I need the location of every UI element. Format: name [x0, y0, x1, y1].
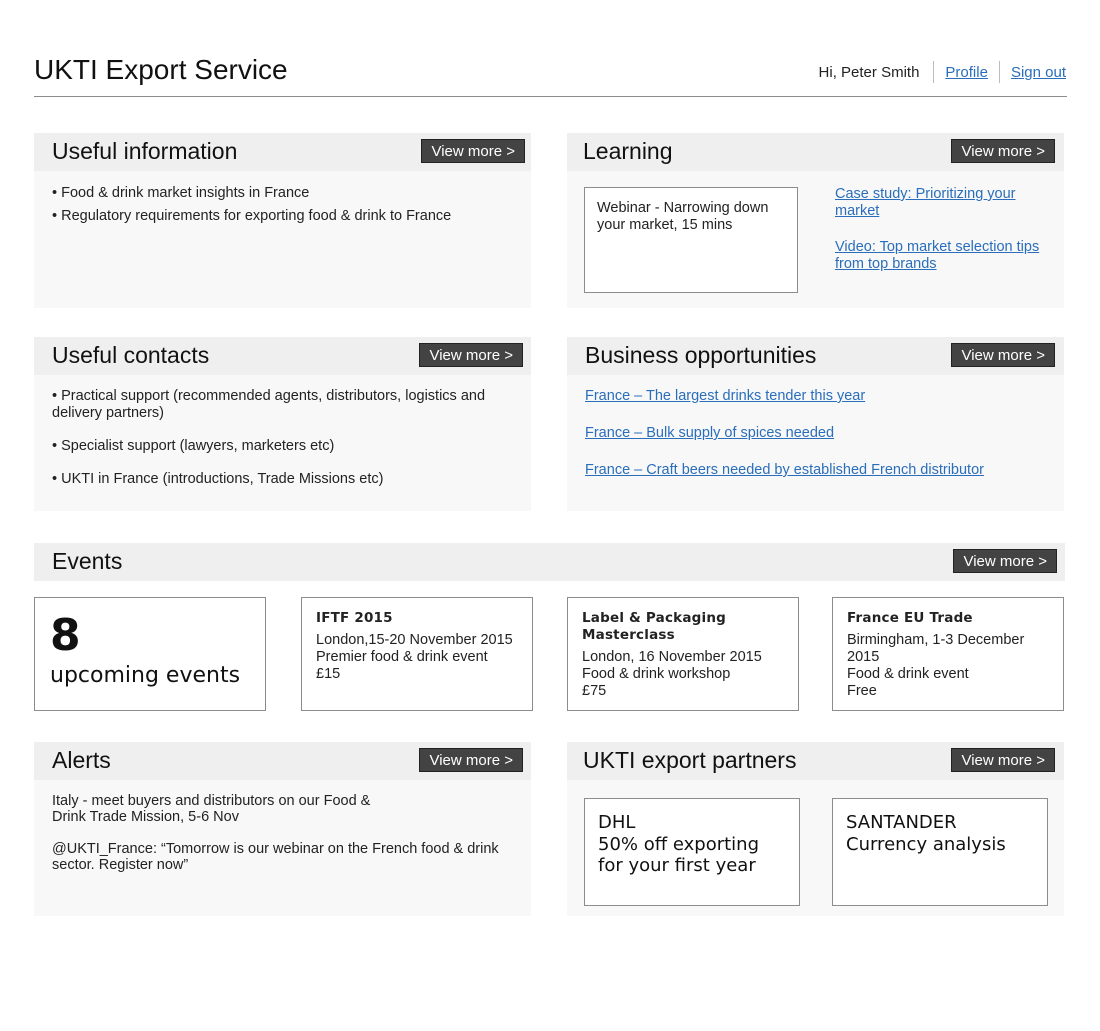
panel-title: Useful information [52, 138, 238, 164]
event-location: London,15-20 November 2015 [316, 632, 513, 648]
event-name: Label & Packaging Masterclass [582, 610, 727, 643]
panel-title: Useful contacts [52, 342, 210, 368]
event-price: £75 [582, 683, 607, 699]
case-study-link[interactable]: Case study: Prioritizing your market [835, 186, 1055, 220]
contacts-list: Practical support (recommended agents, d… [52, 388, 513, 504]
view-more-button[interactable]: View more > [419, 748, 523, 772]
panel-title: UKTI export partners [583, 747, 797, 773]
view-more-button[interactable]: View more > [951, 748, 1055, 772]
webinar-card[interactable]: Webinar - Narrowing down your market, 15… [584, 187, 798, 293]
panel-title: Business opportunities [585, 342, 817, 368]
view-more-button[interactable]: View more > [951, 139, 1055, 163]
useful-information-panel: Useful information View more > Food & dr… [34, 133, 531, 308]
event-price: £15 [316, 666, 341, 682]
user-greeting: Hi, Peter Smith [818, 63, 920, 81]
list-item[interactable]: Practical support (recommended agents, d… [52, 388, 513, 422]
event-count-label: upcoming events [50, 663, 241, 688]
panel-header: Useful information View more > [34, 133, 531, 171]
event-name: France EU Trade [847, 610, 973, 626]
event-location: Birmingham, 1-3 December 2015 [847, 632, 1025, 665]
useful-contacts-panel: Useful contacts View more > Practical su… [34, 337, 531, 511]
panel-title: Learning [583, 138, 673, 164]
info-list: Food & drink market insights in France R… [52, 185, 513, 231]
header-divider [34, 96, 1067, 97]
opportunity-link[interactable]: France – The largest drinks tender this … [585, 388, 984, 405]
event-count: 8 [50, 610, 81, 661]
partner-card[interactable]: SANTANDER Currency analysis [832, 798, 1048, 906]
view-more-button[interactable]: View more > [951, 343, 1055, 367]
user-menu: Hi, Peter Smith Profile Sign out [819, 61, 1066, 83]
partner-offer: Currency analysis [846, 833, 1006, 855]
event-description: Food & drink workshop [582, 666, 731, 682]
partner-name: DHL [598, 812, 636, 833]
upcoming-events-card[interactable]: 8 upcoming events [34, 597, 266, 711]
panel-header: UKTI export partners View more > [567, 742, 1064, 780]
list-item[interactable]: Specialist support (lawyers, marketers e… [52, 438, 513, 455]
partner-name: SANTANDER [846, 812, 957, 833]
learning-panel: Learning View more > Webinar - Narrowing… [567, 133, 1064, 308]
list-item[interactable]: Regulatory requirements for exporting fo… [52, 208, 513, 225]
export-partners-panel: UKTI export partners View more > DHL 50%… [567, 742, 1064, 916]
learning-links: Case study: Prioritizing your market Vid… [835, 186, 1055, 292]
alert-message[interactable]: Italy - meet buyers and distributors on … [52, 793, 382, 825]
alerts-panel: Alerts View more > Italy - meet buyers a… [34, 742, 531, 916]
event-description: Food & drink event [847, 666, 969, 682]
event-price: Free [847, 683, 877, 699]
event-card[interactable]: Label & Packaging Masterclass London, 16… [567, 597, 799, 711]
view-more-button[interactable]: View more > [421, 139, 525, 163]
panel-header: Alerts View more > [34, 742, 531, 780]
partner-offer: 50% off exporting for your first year [598, 833, 760, 877]
partner-card[interactable]: DHL 50% off exporting for your first yea… [584, 798, 800, 906]
panel-title: Events [52, 548, 123, 574]
panel-title: Alerts [52, 747, 111, 773]
alerts-list: Italy - meet buyers and distributors on … [52, 793, 513, 889]
panel-header: Business opportunities View more > [567, 337, 1064, 375]
opportunity-link[interactable]: France – Bulk supply of spices needed [585, 425, 984, 442]
profile-link[interactable]: Profile [934, 64, 999, 81]
event-location: London, 16 November 2015 [582, 649, 762, 665]
list-item[interactable]: Food & drink market insights in France [52, 185, 513, 202]
sign-out-link[interactable]: Sign out [1000, 64, 1066, 81]
event-card[interactable]: France EU Trade Birmingham, 1-3 December… [832, 597, 1064, 711]
page-title: UKTI Export Service [34, 54, 288, 85]
business-opportunities-panel: Business opportunities View more > Franc… [567, 337, 1064, 511]
panel-header: Useful contacts View more > [34, 337, 531, 375]
view-more-button[interactable]: View more > [419, 343, 523, 367]
list-item[interactable]: UKTI in France (introductions, Trade Mis… [52, 471, 513, 488]
events-header: Events View more > [34, 543, 1065, 581]
panel-header: Learning View more > [567, 133, 1064, 171]
event-description: Premier food & drink event [316, 649, 488, 665]
alert-message[interactable]: @UKTI_France: “Tomorrow is our webinar o… [52, 841, 513, 873]
view-more-button[interactable]: View more > [953, 549, 1057, 573]
opportunity-link[interactable]: France – Craft beers needed by establish… [585, 462, 984, 479]
opportunity-links: France – The largest drinks tender this … [585, 388, 984, 499]
video-link[interactable]: Video: Top market selection tips from to… [835, 239, 1055, 273]
event-card[interactable]: IFTF 2015 London,15-20 November 2015 Pre… [301, 597, 533, 711]
event-name: IFTF 2015 [316, 610, 393, 626]
